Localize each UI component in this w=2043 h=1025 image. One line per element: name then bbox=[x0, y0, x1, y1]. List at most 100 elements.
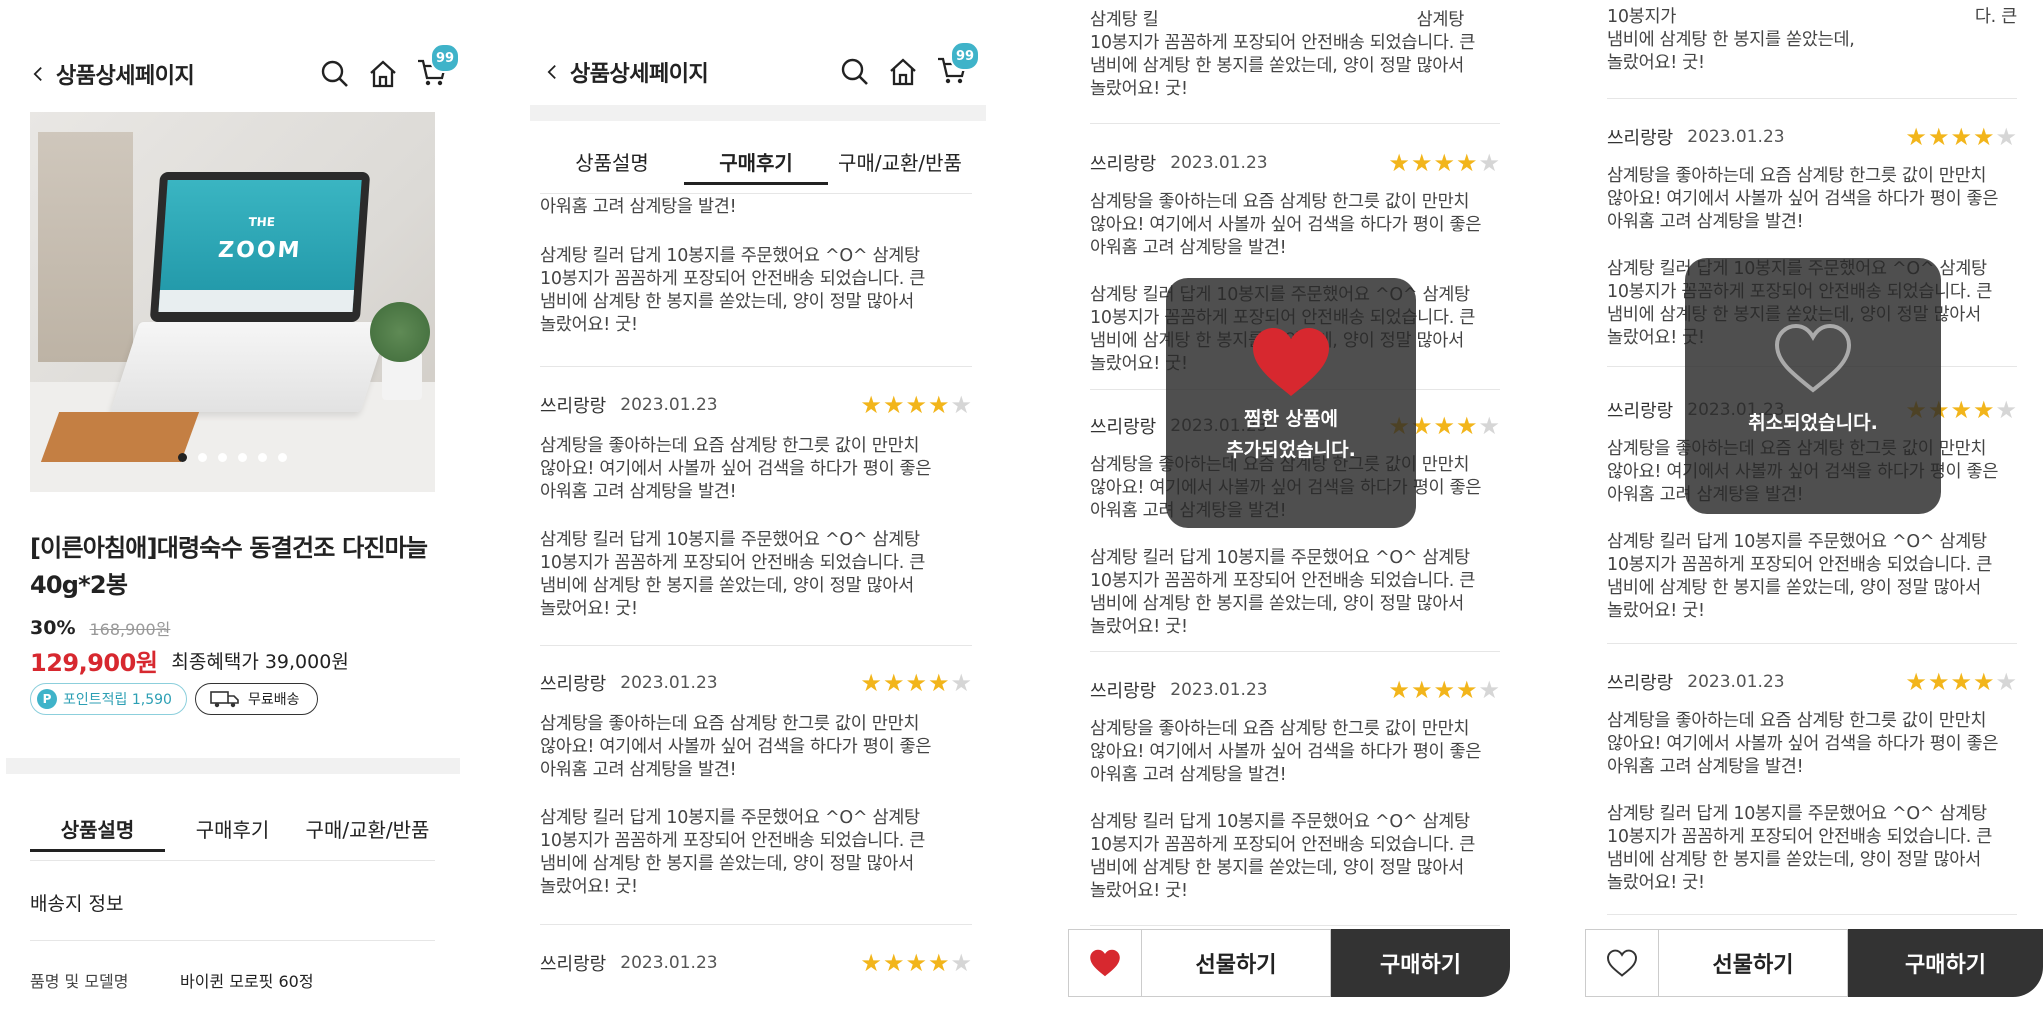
star-icon: ★ bbox=[882, 391, 905, 419]
point-badge: P 포인트적립 1,590 bbox=[30, 683, 187, 715]
shipping-info-label[interactable]: 배송지 정보 bbox=[30, 889, 123, 916]
star-icon: ★ bbox=[927, 391, 950, 419]
home-icon[interactable] bbox=[888, 57, 918, 87]
carousel-dots bbox=[30, 453, 435, 462]
chevron-left-icon[interactable] bbox=[30, 66, 46, 82]
review-item: 쓰리랑랑 2023.01.23 ★★★★★ 삼계탕을 좋아하는데 요즘 삼계탕 … bbox=[1607, 667, 2017, 895]
review-item: 쓰리랑랑 2023.01.23 ★★★★★ 삼계탕을 좋아하는데 요즘 삼계탕 … bbox=[1090, 675, 1500, 903]
price-row-original: 30% 168,900원 bbox=[30, 616, 170, 640]
star-icon: ★ bbox=[927, 669, 950, 697]
reviewer-name: 쓰리랑랑 bbox=[1607, 673, 1674, 694]
reviewer-name: 쓰리랑랑 bbox=[1607, 401, 1674, 422]
star-icon: ★ bbox=[860, 949, 882, 977]
rating-stars: ★★★★★ bbox=[860, 671, 972, 695]
carousel-dot[interactable] bbox=[278, 453, 287, 462]
tab-reviews[interactable]: 구매후기 bbox=[165, 800, 300, 850]
star-icon: ★ bbox=[1905, 123, 1927, 151]
star-icon: ★ bbox=[1410, 149, 1433, 177]
review-paragraph: 삼계탕 킬 삼계탕 10봉지가 꼼꼼하게 포장되어 안전배송 되었습니다. 큰 냄비… bbox=[1090, 10, 1476, 99]
carousel-dot[interactable] bbox=[238, 453, 247, 462]
chevron-left-icon[interactable] bbox=[544, 64, 560, 80]
star-icon: ★ bbox=[882, 949, 905, 977]
header-icons: 99 bbox=[840, 41, 980, 89]
price-row: 129,900원 최종혜택가 39,000원 bbox=[30, 643, 349, 678]
buy-button[interactable]: 구매하기 bbox=[1848, 929, 2043, 997]
divider bbox=[1607, 643, 2017, 644]
reviewer-name: 쓰리랑랑 bbox=[1090, 417, 1157, 438]
divider bbox=[540, 924, 972, 925]
divider bbox=[1090, 651, 1500, 652]
review-text: 아워홈 고려 삼계탕을 발견! bbox=[540, 197, 737, 217]
tab-bar: 상품설명 구매후기 구매/교환/반품 bbox=[540, 133, 972, 185]
review-header: 쓰리랑랑 2023.01.23 ★★★★★ bbox=[1090, 675, 1500, 705]
wishlist-cancel-toast: 취소되었습니다. bbox=[1685, 258, 1941, 514]
star-icon: ★ bbox=[1905, 668, 1927, 696]
product-image[interactable]: THE ZOOM bbox=[30, 112, 435, 492]
gift-button[interactable]: 선물하기 bbox=[1141, 929, 1331, 997]
page-title: 상품상세페이지 bbox=[56, 64, 195, 89]
header: 상품상세페이지 99 bbox=[544, 41, 980, 102]
home-icon[interactable] bbox=[368, 59, 398, 89]
review-paragraph: 삼계탕을 좋아하는데 요즘 삼계탕 한그릇 값이 만만치않아요! 여기에서 사볼… bbox=[1607, 711, 1999, 777]
panel-reviews: 상품상세페이지 99 상품설명 구매후기 구매/교환/반품 아워홈 고려 삼계탕… bbox=[530, 0, 990, 1025]
star-icon: ★ bbox=[950, 949, 972, 977]
star-icon: ★ bbox=[927, 949, 950, 977]
tab-description[interactable]: 상품설명 bbox=[540, 133, 684, 183]
star-icon: ★ bbox=[1950, 396, 1972, 424]
rating-stars: ★★★★★ bbox=[1905, 125, 2017, 149]
model-row: 품명 및 모델명 바이퀸 모로핏 60정 bbox=[30, 968, 314, 992]
reviewer-name: 쓰리랑랑 bbox=[1090, 154, 1157, 175]
laptop-screen: THE ZOOM bbox=[149, 172, 371, 322]
review-paragraph: 삼계탕을 좋아하는데 요즘 삼계탕 한그릇 값이 만만치않아요! 여기에서 사볼… bbox=[1090, 719, 1482, 785]
delivery-label: 무료배송 bbox=[247, 692, 300, 708]
model-value: 바이퀸 모로핏 60정 bbox=[180, 972, 314, 991]
star-icon: ★ bbox=[1478, 676, 1500, 704]
cart-button[interactable]: 99 bbox=[936, 41, 980, 89]
carousel-dot[interactable] bbox=[178, 453, 187, 462]
cart-button[interactable]: 99 bbox=[416, 43, 460, 91]
review-paragraph: 삼계탕 킬러 답게 10봉지를 주문했어요 ^O^ 삼계탕10봉지가 꼼꼼하게 … bbox=[540, 246, 926, 335]
review-paragraph: 삼계탕 킬러 답게 10봉지를 주문했어요 ^O^ 삼계탕10봉지가 꼼꼼하게 … bbox=[540, 808, 926, 897]
tab-returns[interactable]: 구매/교환/반품 bbox=[828, 133, 972, 183]
wishlist-button[interactable] bbox=[1585, 929, 1658, 997]
star-icon: ★ bbox=[1388, 676, 1410, 704]
star-icon: ★ bbox=[1478, 412, 1500, 440]
tab-description[interactable]: 상품설명 bbox=[30, 800, 165, 852]
search-icon[interactable] bbox=[840, 57, 870, 87]
header: 상품상세페이지 99 bbox=[30, 43, 460, 104]
tab-returns[interactable]: 구매/교환/반품 bbox=[300, 800, 435, 850]
star-icon: ★ bbox=[860, 669, 882, 697]
bottom-action-bar: 선물하기 구매하기 bbox=[1068, 929, 1510, 997]
star-icon: ★ bbox=[1972, 123, 1995, 151]
final-benefit-price: 최종혜택가 39,000원 bbox=[171, 651, 349, 673]
review-date: 2023.01.23 bbox=[620, 953, 718, 973]
carousel-dot[interactable] bbox=[198, 453, 207, 462]
star-icon: ★ bbox=[1995, 396, 2017, 424]
review-paragraph: 삼계탕 킬러 답게 10봉지를 주문했어요 ^O^ 삼계탕10봉지가 꼼꼼하게 … bbox=[1607, 804, 1993, 893]
reviewer-name: 쓰리랑랑 bbox=[540, 954, 607, 975]
reviewer-name: 쓰리랑랑 bbox=[540, 396, 607, 417]
tab-reviews[interactable]: 구매후기 bbox=[684, 133, 828, 185]
star-icon: ★ bbox=[1995, 123, 2017, 151]
search-icon[interactable] bbox=[320, 59, 350, 89]
carousel-dot[interactable] bbox=[258, 453, 267, 462]
section-divider bbox=[6, 758, 460, 774]
delivery-badge: 무료배송 bbox=[194, 683, 319, 715]
buy-button[interactable]: 구매하기 bbox=[1331, 929, 1510, 997]
model-label: 품명 및 모델명 bbox=[30, 972, 129, 991]
star-icon: ★ bbox=[1927, 123, 1950, 151]
gift-button[interactable]: 선물하기 bbox=[1658, 929, 1848, 997]
review-date: 2023.01.23 bbox=[620, 673, 718, 693]
laptop-base bbox=[110, 322, 390, 412]
heart-filled-icon bbox=[1090, 949, 1120, 977]
star-icon: ★ bbox=[1927, 668, 1950, 696]
panel-wishlist-added: 삼계탕 킬 삼계탕 10봉지가 꼼꼼하게 포장되어 안전배송 되었습니다. 큰 냄비… bbox=[1068, 0, 1518, 1025]
badge-row: P 포인트적립 1,590 무료배송 bbox=[30, 683, 319, 715]
star-icon: ★ bbox=[905, 949, 927, 977]
review-date: 2023.01.23 bbox=[1170, 153, 1268, 173]
review-date: 2023.01.23 bbox=[1170, 680, 1268, 700]
star-icon: ★ bbox=[882, 669, 905, 697]
star-icon: ★ bbox=[905, 669, 927, 697]
carousel-dot[interactable] bbox=[218, 453, 227, 462]
wishlist-button[interactable] bbox=[1068, 929, 1141, 997]
